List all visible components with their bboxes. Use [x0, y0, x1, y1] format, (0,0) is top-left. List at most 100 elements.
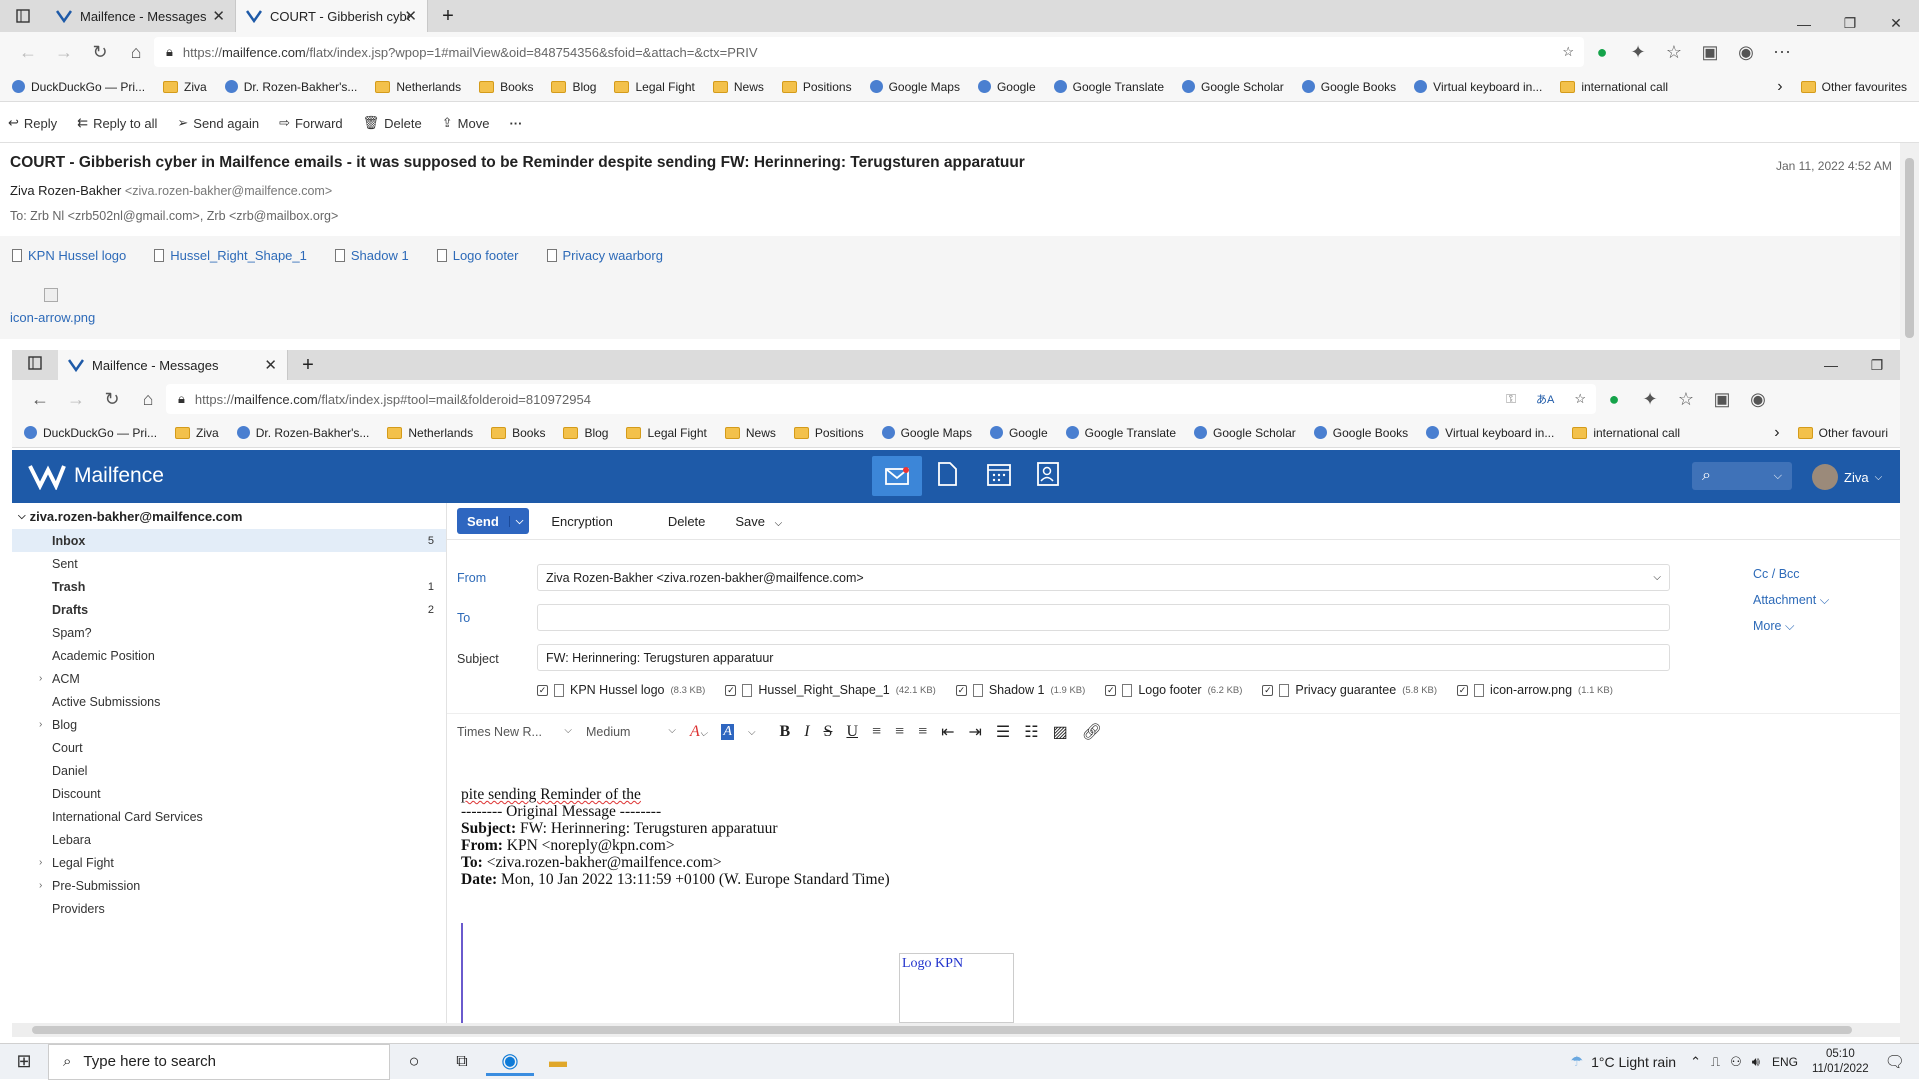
search-box[interactable]: ⌕ ⌵	[1692, 462, 1792, 490]
url-field[interactable]: 🔒︎ https://mailfence.com/flatx/index.jsp…	[154, 37, 1584, 67]
key-icon[interactable]: ⚿	[1506, 391, 1516, 407]
folder-item[interactable]: Discount	[12, 782, 446, 805]
bookmark-item[interactable]: News	[724, 426, 776, 440]
editor-body[interactable]: pite sending Reminder of the -------- Or…	[461, 786, 1461, 888]
translate-icon[interactable]: あA	[1536, 391, 1554, 407]
folder-item[interactable]: Court	[12, 736, 446, 759]
collections-icon[interactable]: ▣	[1692, 42, 1728, 63]
align-right-icon[interactable]: ≡	[918, 723, 927, 741]
folder-item[interactable]: › Pre-Submission	[12, 874, 446, 897]
bookmark-item[interactable]: Google Maps	[869, 80, 960, 94]
numbered-list-icon[interactable]: ☷	[1024, 722, 1038, 742]
bookmark-item[interactable]: DuckDuckGo — Pri...	[24, 426, 157, 440]
save-button[interactable]: Save ⌵	[735, 514, 782, 529]
documents-icon[interactable]	[937, 462, 957, 491]
bookmark-item[interactable]: Google Translate	[1065, 426, 1176, 440]
weather-widget[interactable]: ☂ 1°C Light rain	[1571, 1053, 1677, 1070]
bookmark-item[interactable]: Legal Fight	[626, 426, 707, 440]
folder-item[interactable]: Sent	[12, 552, 446, 575]
bookmark-item[interactable]: Positions	[793, 426, 864, 440]
bookmark-item[interactable]: Virtual keyboard in...	[1414, 80, 1542, 94]
bookmark-item[interactable]: Blog	[551, 80, 596, 94]
attachment-link[interactable]: Hussel_Right_Shape_1	[154, 248, 307, 263]
folder-item[interactable]: Lebara	[12, 828, 446, 851]
close-tab-icon[interactable]: ✕	[264, 356, 277, 374]
power-icon[interactable]: ⚇	[1730, 1054, 1742, 1070]
more-menu[interactable]: More ⌵	[1753, 619, 1794, 634]
bold-icon[interactable]: B	[780, 723, 791, 741]
image-icon[interactable]: ▨	[1053, 722, 1068, 742]
restore-icon[interactable]: ❐	[1827, 15, 1873, 32]
minimize-icon[interactable]: —	[1808, 357, 1854, 373]
file-explorer-icon[interactable]: ▬	[534, 1051, 582, 1072]
edge-icon[interactable]: ◉	[486, 1048, 534, 1076]
bookmark-item[interactable]: DuckDuckGo — Pri...	[12, 80, 145, 94]
taskbar-search[interactable]: ⌕ Type here to search	[48, 1043, 390, 1080]
tab-actions-icon[interactable]	[12, 355, 58, 375]
tray-chevron-icon[interactable]: ⌃	[1690, 1054, 1701, 1070]
bookmark-item[interactable]: Ziva	[175, 426, 219, 440]
tab-court-email[interactable]: COURT - Gibberish cyber in Mail ✕	[236, 0, 428, 32]
contacts-icon[interactable]	[1037, 462, 1059, 491]
italic-icon[interactable]: I	[804, 723, 809, 741]
clock[interactable]: 05:10 11/01/2022	[1812, 1047, 1869, 1077]
attachment-checkbox[interactable]: ✓	[725, 684, 737, 696]
folder-item[interactable]: Active Submissions	[12, 690, 446, 713]
calendar-icon[interactable]	[987, 462, 1011, 491]
outer-scrollbar[interactable]	[1900, 143, 1919, 1043]
user-menu[interactable]: Ziva ⌵	[1812, 464, 1882, 490]
bookmark-item[interactable]: News	[712, 80, 764, 94]
menu-icon[interactable]: ⋯	[1764, 42, 1800, 63]
home-icon[interactable]: ⌂	[118, 42, 154, 63]
bookmark-item[interactable]: international call	[1560, 80, 1668, 94]
subject-field[interactable]: FW: Herinnering: Terugsturen apparatuur	[537, 644, 1670, 671]
indent-icon[interactable]: ⇥	[969, 722, 982, 742]
windows-start-icon[interactable]: ⊞	[0, 1051, 48, 1072]
extensions-icon[interactable]: ✦	[1620, 42, 1656, 63]
refresh-icon[interactable]: ↻	[94, 389, 130, 410]
tab-mailfence-messages[interactable]: Mailfence - Messages ✕	[46, 0, 236, 32]
back-icon[interactable]: ←	[10, 42, 46, 63]
forward-icon[interactable]: →	[58, 389, 94, 410]
url-field[interactable]: 🔒︎ https://mailfence.com/flatx/index.jsp…	[166, 384, 1596, 414]
notifications-icon[interactable]: 🗨︎	[1885, 1052, 1905, 1072]
bookmark-item[interactable]: Google Scholar	[1194, 426, 1296, 440]
minimize-icon[interactable]: —	[1781, 16, 1827, 32]
text-color-icon[interactable]: A⌵	[690, 723, 707, 741]
bookmarks-overflow-icon[interactable]: ›	[1777, 78, 1782, 96]
folder-item[interactable]: › Legal Fight	[12, 851, 446, 874]
folder-item[interactable]: International Card Services	[12, 805, 446, 828]
inner-horizontal-scrollbar[interactable]	[12, 1023, 1900, 1037]
volume-icon[interactable]: 🔊︎	[1752, 1054, 1760, 1070]
folder-item[interactable]: › Blog	[12, 713, 446, 736]
align-left-icon[interactable]: ≡	[872, 723, 881, 741]
inner-tab-mailfence[interactable]: Mailfence - Messages ✕	[58, 350, 288, 380]
attachment-checkbox[interactable]: ✓	[1457, 684, 1469, 696]
bookmark-item[interactable]: international call	[1572, 426, 1680, 440]
bookmark-item[interactable]: Positions	[781, 80, 852, 94]
send-button[interactable]: Send ⌵	[457, 508, 530, 534]
bookmark-item[interactable]: Books	[491, 426, 545, 440]
to-field[interactable]	[537, 604, 1670, 631]
align-center-icon[interactable]: ≡	[895, 723, 904, 741]
attachment-checkbox[interactable]: ✓	[1105, 684, 1117, 696]
extensions-icon[interactable]: ✦	[1632, 389, 1668, 410]
forward-icon[interactable]: →	[46, 42, 82, 63]
bookmark-item[interactable]: Dr. Rozen-Bakher's...	[236, 426, 369, 440]
other-favourites[interactable]: Other favouri	[1797, 426, 1888, 440]
folder-item[interactable]: Academic Position	[12, 644, 446, 667]
home-icon[interactable]: ⌂	[130, 389, 166, 410]
task-view-icon[interactable]: ⧉	[438, 1053, 486, 1071]
send-again-button[interactable]: ➢ Send again	[177, 115, 259, 131]
attachment-checkbox[interactable]: ✓	[955, 684, 967, 696]
underline-icon[interactable]: U	[846, 723, 858, 741]
highlight-color-icon[interactable]: A	[721, 724, 734, 740]
strikethrough-icon[interactable]: S	[824, 723, 833, 741]
attachment-link[interactable]: Privacy waarborg	[546, 248, 663, 263]
link-icon[interactable]: 🔗︎	[1082, 722, 1102, 742]
bookmark-item[interactable]: Virtual keyboard in...	[1426, 426, 1554, 440]
favorite-add-icon[interactable]: ☆	[1562, 44, 1574, 60]
new-tab-icon[interactable]: +	[428, 0, 468, 32]
profile-icon[interactable]: ◉	[1728, 42, 1764, 63]
bookmark-item[interactable]: Netherlands	[387, 426, 473, 440]
